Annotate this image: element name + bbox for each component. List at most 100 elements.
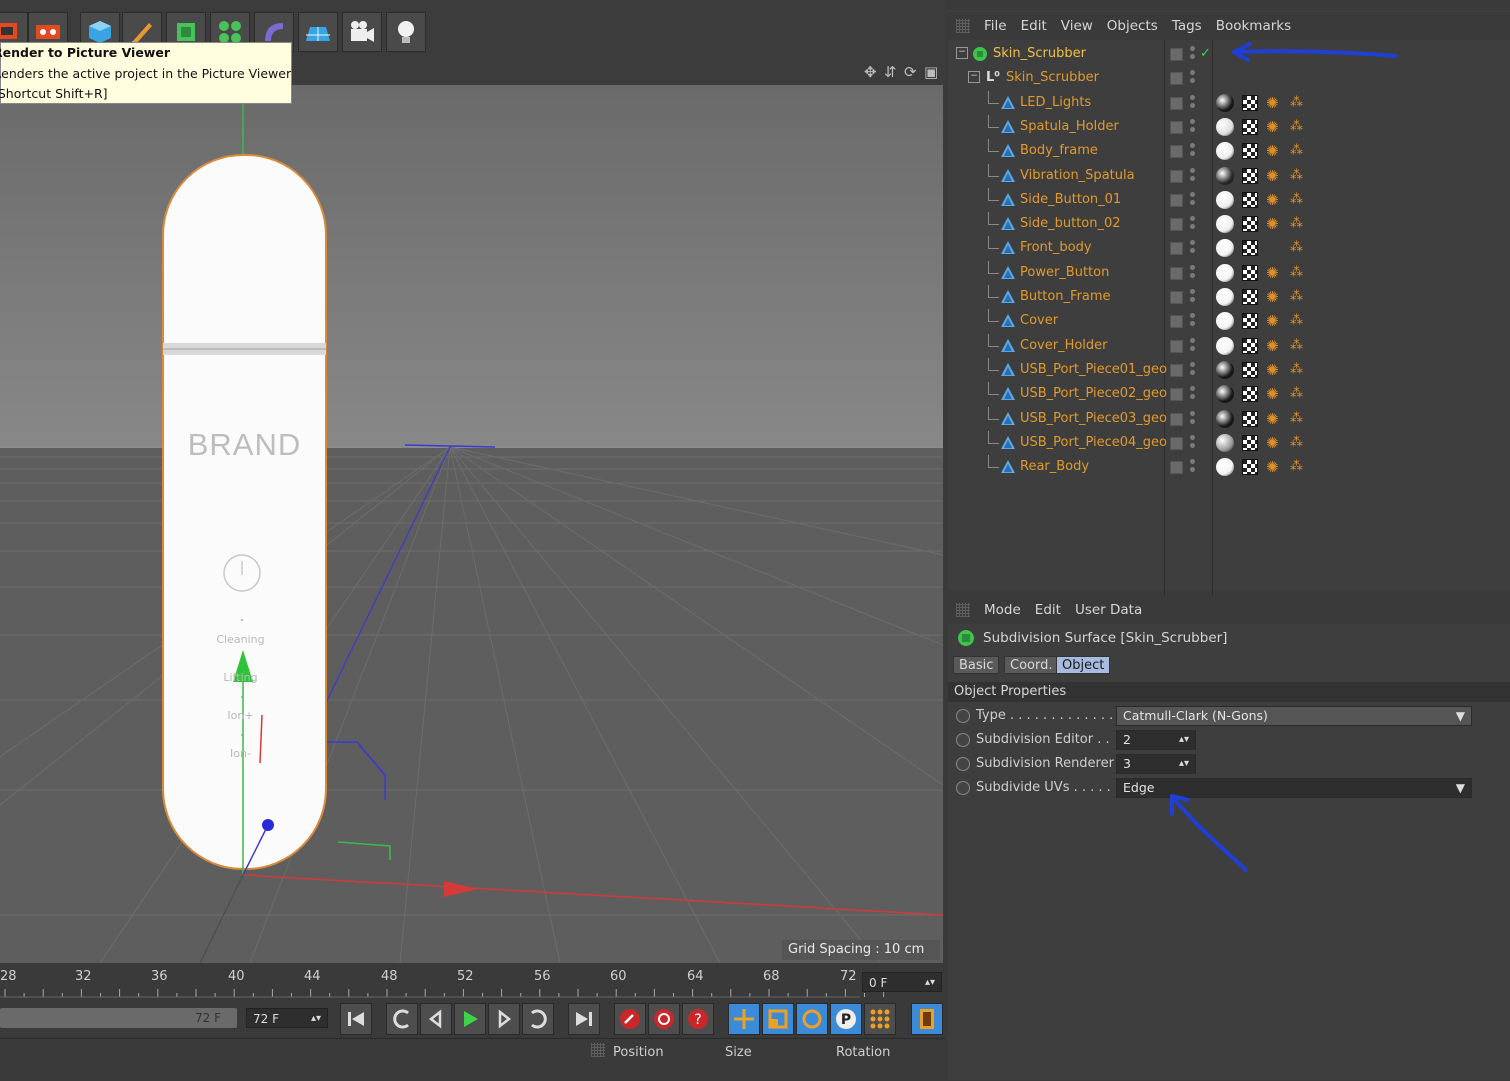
polygon-selection-tag-icon[interactable]: ⁂ [1290, 264, 1308, 282]
key-rotation-icon[interactable] [796, 1003, 828, 1035]
material-tag-icon[interactable] [1216, 215, 1234, 234]
selection-tag-icon[interactable]: ✺ [1266, 458, 1284, 476]
uvw-tag-icon[interactable] [1242, 361, 1258, 378]
menu-file[interactable]: File [984, 18, 1007, 34]
menu-bookmarks[interactable]: Bookmarks [1216, 18, 1291, 34]
uvw-tag-icon[interactable] [1242, 143, 1258, 160]
material-tag-icon[interactable] [1216, 190, 1234, 209]
visibility-dots-icon[interactable] [1190, 289, 1196, 305]
light-icon[interactable] [386, 12, 426, 52]
uvw-tag-icon[interactable] [1242, 167, 1258, 184]
keyframe-selection-icon[interactable]: ? [682, 1003, 714, 1035]
layer-icon[interactable] [1170, 412, 1183, 426]
polygon-selection-tag-icon[interactable]: ⁂ [1290, 215, 1308, 233]
layer-icon[interactable] [1170, 339, 1183, 353]
menu-edit[interactable]: Edit [1035, 602, 1061, 618]
material-tag-icon[interactable] [1216, 239, 1234, 258]
material-tag-icon[interactable] [1216, 458, 1234, 477]
polygon-selection-tag-icon[interactable]: ⁂ [1290, 312, 1308, 330]
object-row[interactable]: Power_Button ✺ ⁂ [948, 260, 1510, 285]
polygon-selection-tag-icon[interactable]: ⁂ [1290, 167, 1308, 185]
material-tag-icon[interactable] [1216, 433, 1234, 452]
material-tag-icon[interactable] [1216, 360, 1234, 379]
3d-viewport[interactable]: BRAND Cleaning Lifting Ion+ Ion- [0, 85, 943, 963]
visibility-dots-icon[interactable] [1190, 337, 1196, 354]
layer-icon[interactable] [1170, 96, 1183, 110]
object-row[interactable]: Button_Frame ✺ ⁂ [948, 285, 1510, 309]
polygon-selection-tag-icon[interactable]: ⁂ [1290, 385, 1308, 403]
visibility-dots-icon[interactable] [1190, 216, 1196, 232]
layer-icon[interactable] [1170, 436, 1183, 450]
object-row[interactable]: USB_Port_Piece01_geo ✺ ⁂ [948, 357, 1510, 382]
selection-tag-icon[interactable]: ✺ [1266, 361, 1284, 379]
tab-object[interactable]: Object [1056, 656, 1111, 674]
uvw-tag-icon[interactable] [1242, 191, 1258, 208]
grip-icon[interactable] [591, 1042, 605, 1057]
material-tag-icon[interactable] [1216, 336, 1234, 355]
timeline-icon[interactable] [911, 1003, 943, 1035]
selection-tag-icon[interactable]: ✺ [1266, 264, 1284, 282]
object-row[interactable]: USB_Port_Piece02_geo ✺ ⁂ [948, 382, 1510, 406]
go-to-end-icon[interactable] [568, 1003, 600, 1035]
autokey-icon[interactable] [648, 1003, 680, 1035]
uvw-tag-icon[interactable] [1242, 216, 1258, 233]
object-row[interactable]: USB_Port_Piece04_geo ✺ ⁂ [948, 430, 1510, 455]
type-select[interactable]: Catmull-Clark (N-Gons) ▼ [1116, 706, 1472, 726]
zoom-view-icon[interactable]: ⇵ [884, 64, 900, 80]
polygon-selection-tag-icon[interactable]: ⁂ [1290, 410, 1308, 428]
tab-basic[interactable]: Basic [953, 656, 1000, 674]
layer-icon[interactable] [1170, 72, 1183, 86]
object-row[interactable]: Side_button_02 ✺ ⁂ [948, 212, 1510, 236]
polygon-selection-tag-icon[interactable]: ⁂ [1290, 458, 1308, 476]
floor-icon[interactable] [298, 12, 338, 52]
selection-tag-icon[interactable]: ✺ [1266, 385, 1284, 403]
menu-tags[interactable]: Tags [1172, 18, 1202, 34]
collapse-icon[interactable]: − [956, 47, 968, 59]
current-frame-field[interactable]: 0 F ▴▾ [862, 972, 942, 992]
end-frame-field[interactable]: 72 F ▴▾ [246, 1008, 328, 1028]
material-tag-icon[interactable] [1216, 409, 1234, 428]
menu-objects[interactable]: Objects [1107, 18, 1158, 34]
selection-tag-icon[interactable]: ✺ [1266, 142, 1284, 160]
visibility-dots-icon[interactable] [1190, 410, 1196, 427]
polygon-selection-tag-icon[interactable]: ⁂ [1290, 94, 1308, 112]
uvw-tag-icon[interactable] [1242, 459, 1258, 476]
subdivision-editor-field[interactable]: 2 ▴▾ [1116, 730, 1196, 750]
tab-coord[interactable]: Coord. [1004, 656, 1059, 674]
polygon-selection-tag-icon[interactable]: ⁂ [1290, 239, 1308, 257]
toggle-view-icon[interactable]: ▣ [924, 64, 940, 80]
material-tag-icon[interactable] [1216, 142, 1234, 161]
menu-view[interactable]: View [1061, 18, 1093, 34]
uvw-tag-icon[interactable] [1242, 240, 1258, 257]
uvw-tag-icon[interactable] [1242, 118, 1258, 135]
object-row[interactable]: Rear_Body ✺ ⁂ [948, 455, 1510, 479]
uvw-tag-icon[interactable] [1242, 94, 1258, 111]
record-keys-icon[interactable] [614, 1003, 646, 1035]
visibility-dots-icon[interactable] [1190, 94, 1196, 111]
selection-tag-icon[interactable]: ✺ [1266, 312, 1284, 330]
next-key-icon[interactable] [522, 1003, 554, 1035]
selection-tag-icon[interactable]: ✺ [1266, 191, 1284, 209]
object-row[interactable]: Vibration_Spatula ✺ ⁂ [948, 163, 1510, 188]
check-icon[interactable]: ✓ [1200, 42, 1211, 66]
layer-icon[interactable] [1170, 169, 1183, 183]
play-icon[interactable] [454, 1003, 486, 1035]
layer-icon[interactable] [1170, 242, 1183, 256]
object-row[interactable]: Spatula_Holder ✺ ⁂ [948, 114, 1510, 139]
move-view-icon[interactable]: ✥ [864, 64, 880, 80]
visibility-dots-icon[interactable] [1190, 386, 1196, 402]
layer-icon[interactable] [1170, 291, 1183, 304]
layer-icon[interactable] [1170, 315, 1183, 329]
menu-edit[interactable]: Edit [1021, 18, 1047, 34]
layer-icon[interactable] [1170, 266, 1183, 280]
polygon-selection-tag-icon[interactable]: ⁂ [1290, 434, 1308, 452]
timeline-ruler[interactable]: 28 32 36 40 44 48 52 56 60 64 68 72 [0, 963, 945, 1005]
visibility-dots-icon[interactable] [1190, 459, 1196, 475]
animate-radio[interactable] [956, 733, 970, 747]
object-row[interactable]: Side_Button_01 ✺ ⁂ [948, 187, 1510, 212]
layer-icon[interactable] [1170, 363, 1183, 377]
visibility-dots-icon[interactable] [1190, 143, 1196, 159]
material-tag-icon[interactable] [1216, 117, 1234, 136]
object-row[interactable]: Cover ✺ ⁂ [948, 309, 1510, 333]
layer-icon[interactable] [1170, 120, 1183, 134]
